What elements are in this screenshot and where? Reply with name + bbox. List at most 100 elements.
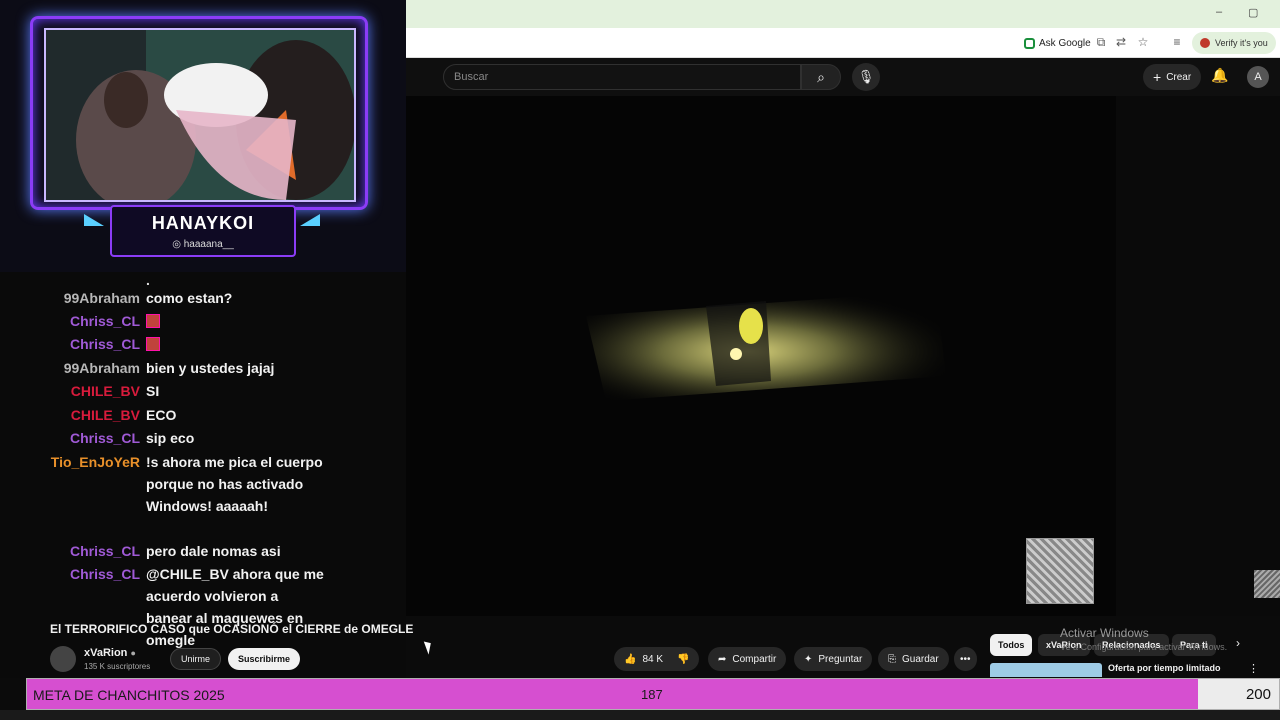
search-placeholder: Buscar (454, 71, 489, 83)
chat-username: CHILE_BV (70, 383, 140, 399)
goal-current: 187 (641, 687, 663, 702)
chips-next-chevron-icon[interactable]: › (1236, 636, 1240, 650)
bookmark-star-icon[interactable]: ☆ (1136, 35, 1150, 49)
chat-username: 99Abraham (63, 290, 140, 306)
plus-icon: + (1153, 69, 1162, 85)
ask-label: Preguntar (818, 653, 863, 665)
search-button[interactable]: ⌕ (801, 64, 841, 90)
chat-username: Chriss_CL (69, 430, 140, 446)
channel-thumbnail[interactable] (1026, 538, 1094, 604)
reading-list-icon[interactable]: ≡ (1170, 35, 1184, 49)
lighter-flame (730, 348, 742, 360)
chat-username: Tio_EnJoYeR (50, 454, 140, 470)
channel-name-text: xVaRion (84, 647, 128, 659)
instagram-icon: ◎ (172, 239, 181, 250)
bookmark-icon: ⎘ (888, 653, 896, 665)
mouse-cursor-icon (423, 639, 435, 655)
search-input[interactable]: Buscar (443, 64, 801, 90)
ask-button[interactable]: ✦ Preguntar (794, 647, 873, 671)
goal-target: 200 (1245, 686, 1271, 703)
translate-icon[interactable]: ⇄ (1114, 35, 1128, 49)
save-label: Guardar (902, 653, 939, 665)
voice-search-button[interactable]: 🎙 (852, 63, 880, 91)
chat-username: Chriss_CL (69, 313, 140, 329)
ask-google-label: Ask Google (1039, 37, 1091, 49)
save-button[interactable]: ⎘ Guardar (878, 647, 949, 671)
video-player[interactable] (406, 96, 1116, 616)
microphone-icon: 🎙 (857, 69, 875, 84)
side-thumbnail[interactable] (1254, 570, 1280, 598)
chat-text: sip eco (146, 430, 195, 446)
offer-menu-icon[interactable]: ⋮ (1248, 662, 1259, 675)
offer-thumbnail[interactable] (990, 663, 1102, 677)
restore-button[interactable]: ▢ (1248, 6, 1258, 19)
search-icon: ⌕ (817, 69, 825, 85)
verify-label: Verify it's you (1215, 38, 1268, 48)
windows-activation-title: Activar Windows (1060, 626, 1149, 640)
verified-icon: ● (130, 648, 136, 658)
chat-fragment: . (146, 272, 150, 288)
windows-taskbar (0, 710, 1280, 720)
like-icon[interactable]: 👍 (624, 654, 636, 665)
create-label: Crear (1166, 71, 1192, 83)
chat-text: pero dale nomas asi (146, 543, 281, 559)
chat-text: ECO (146, 407, 177, 423)
chat-text (146, 333, 326, 355)
install-app-icon[interactable]: ⧉ (1094, 35, 1108, 49)
related-panel (1116, 96, 1280, 616)
chip-todos[interactable]: Todos (990, 634, 1033, 656)
more-actions-button[interactable]: ••• (954, 647, 977, 671)
streamer-name: HANAYKOI (151, 213, 255, 233)
dislike-icon[interactable]: 👎 (677, 654, 689, 665)
like-dislike-group: 👍 84 K 👎 (614, 647, 700, 671)
webcam-overlay: HANAYKOI ◎ haaaana__ (0, 0, 406, 272)
chat-username: 99Abraham (63, 360, 140, 376)
chat-text: como estan? (146, 290, 233, 306)
verify-profile-button[interactable]: Verify it's you (1192, 32, 1276, 54)
streamer-nameplate: HANAYKOI ◎ haaaana__ (110, 205, 296, 257)
google-lens-icon (1024, 37, 1035, 49)
goal-progress-bar: META DE CHANCHITOS 2025 187 200 (26, 678, 1280, 710)
emote-icon (146, 337, 160, 351)
video-title: El TERRORIFICO CASO que OCASIONÓ el CIER… (50, 622, 414, 636)
share-button[interactable]: ➦ Compartir (708, 647, 787, 671)
channel-name[interactable]: xVaRion ● (84, 647, 136, 659)
chat-text: @CHILE_BV ahora que me acuerdo volvieron… (146, 566, 324, 648)
webcam-scene (46, 30, 354, 200)
chat-username: CHILE_BV (70, 407, 140, 423)
youtube-header: Buscar ⌕ 🎙 + Crear 🔔 A (406, 58, 1280, 96)
yellow-raincoat (739, 308, 763, 344)
chat-text: !s ahora me pica el cuerpo porque no has… (146, 454, 323, 514)
offer-label[interactable]: Oferta por tiempo limitado (1108, 663, 1221, 673)
screen: – ▢ Ask Google ⧉ ⇄ ☆ ≡ Verify it's you B… (0, 0, 1280, 720)
windows-activation-subtitle: Ve a Configuración para activar Windows. (1060, 642, 1228, 652)
browser-titlebar: – ▢ (406, 0, 1280, 28)
like-count[interactable]: 84 K (642, 654, 663, 665)
share-icon: ➦ (718, 653, 727, 665)
profile-alert-icon (1200, 38, 1210, 48)
chat-username: Chriss_CL (69, 566, 140, 582)
account-avatar[interactable]: A (1247, 66, 1269, 88)
instagram-handle-row: ◎ haaaana__ (112, 239, 294, 250)
right-wing-decoration (300, 214, 320, 226)
webcam-feed (44, 28, 356, 202)
channel-avatar[interactable] (50, 646, 76, 672)
browser-toolbar: Ask Google ⧉ ⇄ ☆ ≡ Verify it's you (406, 28, 1280, 58)
ask-google-button[interactable]: Ask Google (1018, 34, 1097, 52)
figure-silhouette (706, 301, 771, 386)
chat-text: bien y ustedes jajaj (146, 360, 275, 376)
notifications-bell-icon[interactable]: 🔔 (1211, 67, 1229, 85)
sparkle-icon: ✦ (804, 653, 813, 665)
chat-text (146, 310, 326, 332)
subscribe-button[interactable]: Suscribirme (228, 648, 301, 670)
emote-icon (146, 314, 160, 328)
join-button[interactable]: Unirme (170, 648, 222, 670)
instagram-handle: haaaana__ (183, 239, 234, 250)
left-wing-decoration (84, 214, 104, 226)
share-label: Compartir (732, 653, 777, 665)
subscriber-count: 135 K suscriptores (84, 662, 151, 671)
more-horizontal-icon: ••• (960, 653, 971, 665)
minimize-button[interactable]: – (1216, 6, 1222, 18)
chat-username: Chriss_CL (69, 336, 140, 352)
create-button[interactable]: + Crear (1143, 64, 1202, 90)
